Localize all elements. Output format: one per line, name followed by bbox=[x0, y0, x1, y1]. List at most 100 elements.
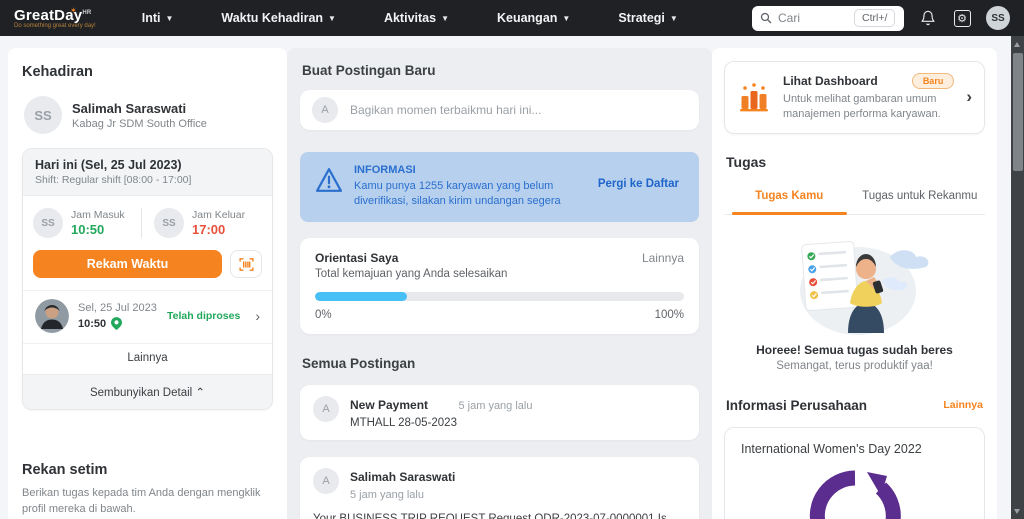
shift-info: Shift: Regular shift [08:00 - 17:00] bbox=[35, 174, 260, 186]
tasks-tabs: Tugas Kamu Tugas untuk Rekanmu bbox=[724, 184, 985, 215]
scrollbar-down-arrow[interactable] bbox=[1014, 509, 1020, 514]
attendance-title: Kehadiran bbox=[22, 64, 273, 80]
search-box[interactable]: Ctrl+/ bbox=[752, 6, 904, 31]
clock-out: SS Jam Keluar 17:00 bbox=[141, 208, 262, 238]
attendance-panel: Kehadiran SS Salimah Saraswati Kabag Jr … bbox=[8, 48, 287, 519]
status-badge: Telah diproses bbox=[167, 310, 240, 322]
attendance-card-header: Hari ini (Sel, 25 Jul 2023) Shift: Regul… bbox=[23, 149, 272, 196]
company-info-card[interactable]: International Women's Day 2022 bbox=[724, 427, 985, 519]
log-date: Sel, 25 Jul 2023 bbox=[78, 302, 157, 314]
right-sidebar: Lihat Dashboard Baru Untuk melihat gamba… bbox=[712, 48, 997, 519]
avatar: SS bbox=[154, 208, 184, 238]
post-timestamp: 5 jam yang lalu bbox=[458, 400, 532, 412]
company-info-card-title: International Women's Day 2022 bbox=[741, 442, 968, 456]
company-info-more-link[interactable]: Lainnya bbox=[943, 399, 983, 411]
post-timestamp: 5 jam yang lalu bbox=[350, 489, 455, 501]
view-dashboard-card[interactable]: Lihat Dashboard Baru Untuk melihat gamba… bbox=[724, 61, 985, 134]
avatar: A bbox=[312, 97, 338, 123]
scrollbar-up-arrow[interactable] bbox=[1014, 42, 1020, 47]
tasks-empty-subtitle: Semangat, terus produktif yaa! bbox=[724, 360, 985, 372]
progress-min-label: 0% bbox=[315, 309, 332, 321]
tab-tugas-kamu[interactable]: Tugas Kamu bbox=[724, 184, 855, 214]
location-pin-icon bbox=[111, 317, 122, 330]
menu-item-aktivitas[interactable]: Aktivitas▼ bbox=[384, 11, 449, 25]
record-time-button[interactable]: Rekam Waktu bbox=[33, 250, 222, 278]
new-badge: Baru bbox=[912, 73, 955, 89]
search-icon bbox=[760, 12, 772, 24]
info-banner: INFORMASI Kamu punya 1255 karyawan yang … bbox=[300, 152, 699, 222]
chevron-down-icon: ▼ bbox=[165, 14, 173, 23]
menu-item-inti[interactable]: Inti▼ bbox=[142, 11, 174, 25]
menu-item-strategi[interactable]: Strategi▼ bbox=[618, 11, 677, 25]
greatday-logo[interactable]: GreatDayHR ✶ Do something great every da… bbox=[14, 7, 96, 29]
tasks-empty-title: Horeee! Semua tugas sudah beres bbox=[724, 343, 985, 357]
avatar: A bbox=[313, 468, 339, 494]
post-composer[interactable]: A bbox=[300, 90, 699, 130]
company-info-header: Informasi Perusahaan Lainnya bbox=[726, 398, 983, 413]
logo-person-icon: ✶ bbox=[70, 6, 77, 15]
avatar: A bbox=[313, 396, 339, 422]
clock-in-time: 10:50 bbox=[71, 222, 125, 237]
clock-out-label: Jam Keluar bbox=[192, 209, 245, 221]
log-photo-avatar bbox=[35, 299, 69, 333]
chevron-down-icon: ▼ bbox=[562, 14, 570, 23]
attendance-log-row[interactable]: Sel, 25 Jul 2023 10:50 Telah diproses › bbox=[23, 290, 272, 343]
chevron-right-icon: › bbox=[255, 308, 260, 324]
notifications-bell-icon[interactable] bbox=[918, 8, 938, 28]
orientation-more-link[interactable]: Lainnya bbox=[642, 251, 684, 265]
post-item[interactable]: A Salimah Saraswati 5 jam yang lalu Your… bbox=[300, 457, 699, 519]
top-navbar: GreatDayHR ✶ Do something great every da… bbox=[0, 0, 1024, 36]
attendance-more-link[interactable]: Lainnya bbox=[23, 343, 272, 374]
logo-tagline: Do something great every day! bbox=[14, 23, 96, 29]
chevron-down-icon: ▼ bbox=[670, 14, 678, 23]
chevron-right-icon: › bbox=[966, 87, 972, 107]
avatar: SS bbox=[33, 208, 63, 238]
clock-row: SS Jam Masuk 10:50 SS Jam Keluar 17:00 bbox=[23, 196, 272, 248]
go-to-list-link[interactable]: Pergi ke Daftar bbox=[598, 178, 679, 190]
orientation-title: Orientasi Saya bbox=[315, 251, 398, 265]
orientation-progress-bar bbox=[315, 292, 684, 301]
dashboard-card-title: Lihat Dashboard bbox=[783, 74, 878, 88]
search-input[interactable] bbox=[778, 11, 848, 25]
all-posts-title: Semua Postingan bbox=[302, 356, 697, 371]
today-date: Hari ini (Sel, 25 Jul 2023) bbox=[35, 158, 260, 172]
menu-item-waktu-kehadiran[interactable]: Waktu Kehadiran▼ bbox=[221, 11, 336, 25]
post-subtitle: MTHALL 28-05-2023 bbox=[350, 417, 532, 429]
avatar: SS bbox=[24, 96, 62, 134]
circular-arrow-logo bbox=[807, 468, 903, 519]
clock-in-label: Jam Masuk bbox=[71, 209, 125, 221]
profile-name: Salimah Saraswati bbox=[72, 101, 207, 116]
scrollbar-thumb[interactable] bbox=[1013, 53, 1023, 171]
progress-max-label: 100% bbox=[655, 309, 684, 321]
main-menu: Inti▼ Waktu Kehadiran▼ Aktivitas▼ Keuang… bbox=[142, 11, 678, 25]
profile-summary: SS Salimah Saraswati Kabag Jr SDM South … bbox=[24, 96, 271, 134]
system-settings-icon[interactable]: ⚙ bbox=[952, 8, 972, 28]
bar-chart-icon bbox=[737, 80, 771, 114]
attendance-card: Hari ini (Sel, 25 Jul 2023) Shift: Regul… bbox=[22, 148, 273, 410]
search-shortcut: Ctrl+/ bbox=[854, 9, 895, 27]
orientation-subtitle: Total kemajuan yang Anda selesaikan bbox=[315, 268, 684, 280]
barcode-scan-icon bbox=[238, 256, 255, 273]
post-author: Salimah Saraswati bbox=[350, 470, 455, 484]
chevron-down-icon: ▼ bbox=[441, 14, 449, 23]
teammates-section: Rekan setim Berikan tugas kepada tim And… bbox=[22, 462, 273, 518]
tab-tugas-untuk-rekanmu[interactable]: Tugas untuk Rekanmu bbox=[855, 184, 986, 214]
barcode-scan-button[interactable] bbox=[230, 250, 262, 278]
logo-hr-suffix: HR bbox=[82, 10, 91, 16]
create-post-title: Buat Postingan Baru bbox=[302, 63, 697, 78]
info-banner-title: INFORMASI bbox=[354, 164, 586, 176]
page-scrollbar[interactable] bbox=[1011, 36, 1024, 519]
chevron-up-icon: ⌃ bbox=[195, 387, 205, 399]
tasks-title: Tugas bbox=[726, 154, 983, 170]
post-body: Your BUSINESS TRIP REQUEST Request ODR-2… bbox=[313, 511, 686, 519]
hide-detail-toggle[interactable]: Sembunyikan Detail ⌃ bbox=[23, 374, 272, 409]
info-banner-message: Kamu punya 1255 karyawan yang belum dive… bbox=[354, 179, 584, 210]
chevron-down-icon: ▼ bbox=[328, 14, 336, 23]
profile-role: Kabag Jr SDM South Office bbox=[72, 118, 207, 130]
dashboard-card-description: Untuk melihat gambaran umum manajemen pe… bbox=[783, 92, 953, 122]
log-time: 10:50 bbox=[78, 318, 106, 330]
menu-item-keuangan[interactable]: Keuangan▼ bbox=[497, 11, 570, 25]
user-avatar[interactable]: SS bbox=[986, 6, 1010, 30]
post-composer-input[interactable] bbox=[350, 103, 687, 117]
post-item[interactable]: A New Payment 5 jam yang lalu MTHALL 28-… bbox=[300, 385, 699, 440]
